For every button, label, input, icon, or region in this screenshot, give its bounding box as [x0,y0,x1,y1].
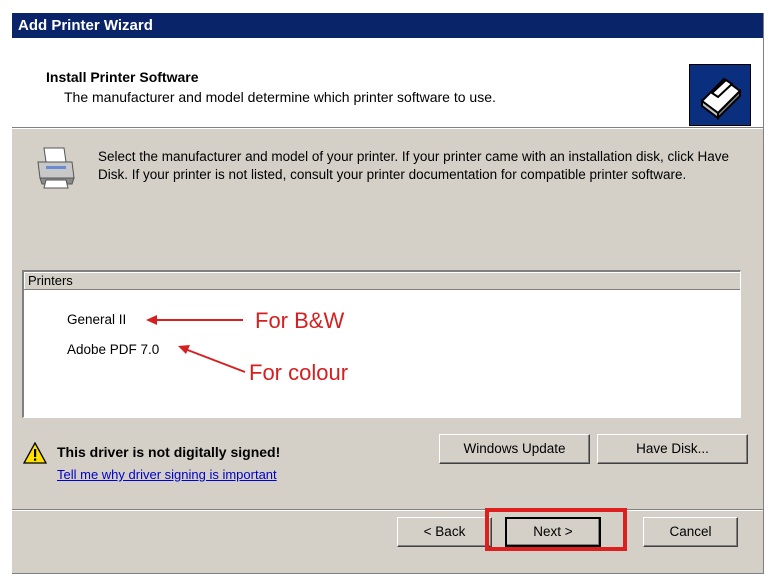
warning-icon [22,441,48,469]
unsigned-driver-warning: This driver is not digitally signed! [57,444,281,460]
annotation-arrows [146,315,246,373]
driver-signing-link[interactable]: Tell me why driver signing is important [57,467,277,482]
footer-divider-highlight [12,510,763,511]
cancel-button[interactable]: Cancel [643,517,738,547]
have-disk-button[interactable]: Have Disk... [597,434,748,464]
next-button-highlight [485,508,627,551]
back-button[interactable]: < Back [397,517,492,547]
windows-update-button[interactable]: Windows Update [439,434,590,464]
